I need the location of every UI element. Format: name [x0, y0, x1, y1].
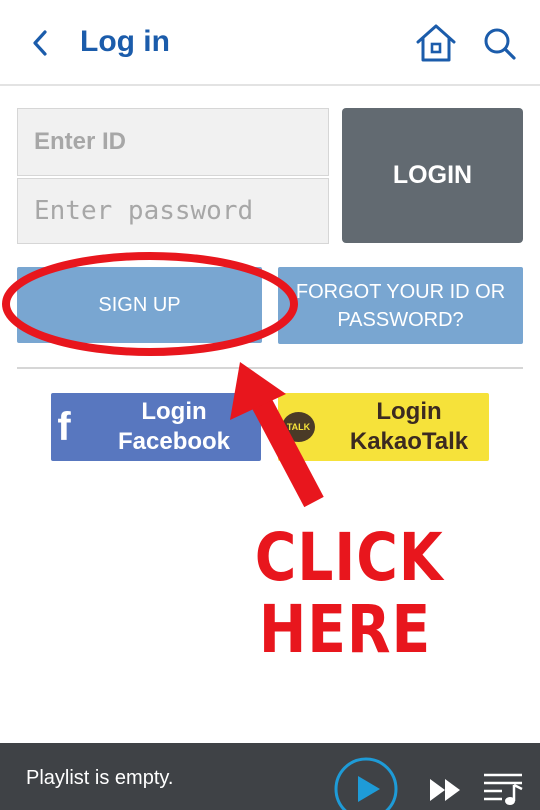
- music-player-bar: Playlist is empty.: [0, 743, 540, 810]
- forgot-id-password-button[interactable]: FORGOT YOUR ID OR PASSWORD?: [278, 267, 523, 344]
- annotation-circle: [2, 252, 298, 356]
- fast-forward-icon: [430, 779, 460, 801]
- play-icon: [334, 757, 398, 810]
- page-title: Log in: [80, 25, 170, 58]
- playlist-icon: [484, 773, 523, 805]
- home-button[interactable]: [414, 22, 458, 64]
- chevron-left-icon: [33, 30, 47, 56]
- back-button[interactable]: [26, 26, 58, 60]
- fast-forward-button[interactable]: [428, 777, 464, 803]
- kakaotalk-login-label: Login KakaoTalk: [349, 398, 469, 455]
- play-button[interactable]: [334, 757, 398, 810]
- login-button[interactable]: LOGIN: [342, 108, 523, 243]
- header-bar: Log in: [0, 0, 540, 86]
- facebook-icon: f: [57, 404, 71, 449]
- annotation-click-here-text: CLICK HERE: [254, 519, 444, 668]
- playlist-button[interactable]: [482, 771, 526, 807]
- id-input[interactable]: [17, 108, 329, 176]
- search-button[interactable]: [480, 24, 520, 64]
- playlist-status: Playlist is empty.: [26, 767, 174, 789]
- search-icon: [484, 28, 516, 60]
- annotation-arrow-icon: [230, 362, 324, 508]
- home-icon: [416, 24, 456, 62]
- password-input[interactable]: [17, 178, 329, 244]
